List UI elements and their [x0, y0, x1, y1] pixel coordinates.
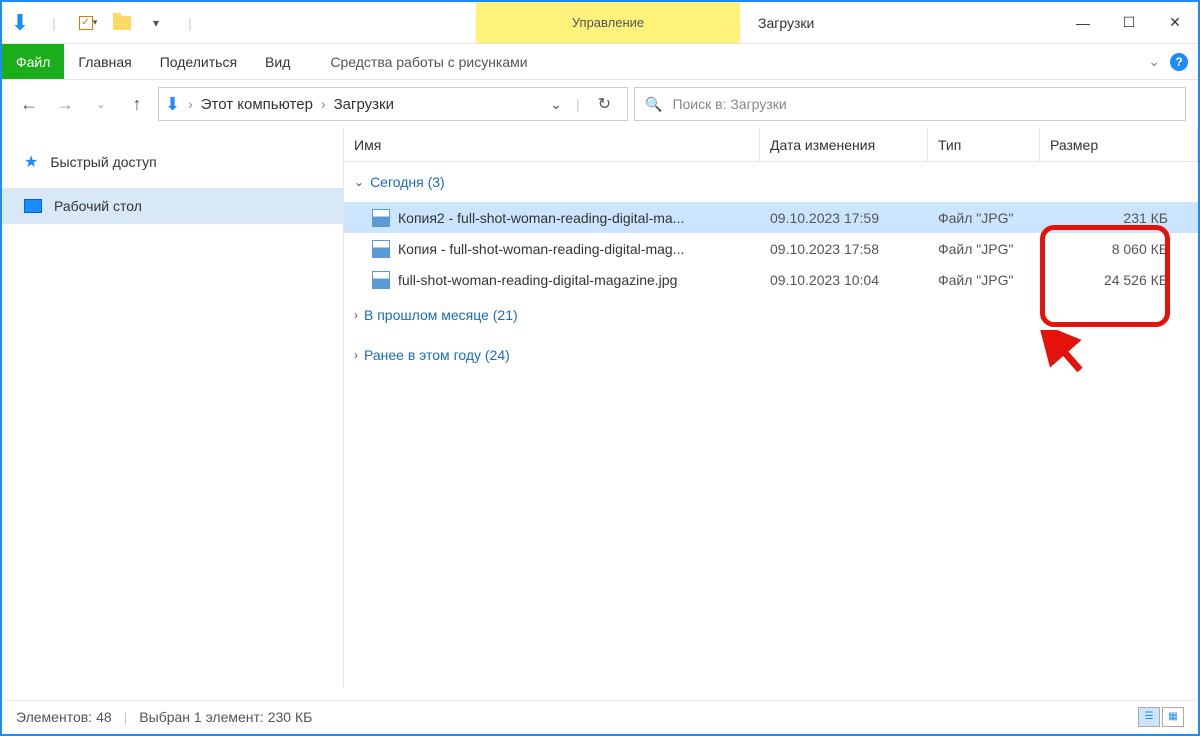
close-button[interactable]: ✕ — [1152, 8, 1198, 38]
recent-dropdown-icon[interactable]: ⌄ — [86, 89, 116, 119]
details-view-button[interactable]: ☰ — [1138, 707, 1160, 727]
thumbnail-view-button[interactable]: ▦ — [1162, 707, 1184, 727]
search-input[interactable]: 🔍 Поиск в: Загрузки — [634, 87, 1186, 121]
file-name-cell: Копия - full-shot-woman-reading-digital-… — [344, 240, 760, 258]
file-date-cell: 09.10.2023 10:04 — [760, 272, 928, 288]
jpg-file-icon — [372, 271, 390, 289]
share-tab[interactable]: Поделиться — [146, 44, 251, 79]
status-count-label: Элементов: — [16, 709, 92, 725]
file-size-cell: 24 526 КБ — [1040, 272, 1198, 288]
star-icon: ★ — [24, 152, 38, 172]
file-name: full-shot-woman-reading-digital-magazine… — [398, 272, 677, 288]
back-button[interactable]: ← — [14, 89, 44, 119]
file-size-cell: 8 060 КБ — [1040, 241, 1198, 257]
addr-separator: | — [576, 96, 580, 112]
group-label: Ранее в этом году (24) — [364, 347, 510, 363]
file-row[interactable]: full-shot-woman-reading-digital-magazine… — [344, 264, 1198, 295]
column-date[interactable]: Дата изменения — [760, 128, 928, 161]
navigation-bar: ← → ⌄ ↑ ⬇ › Этот компьютер › Загрузки ⌄ … — [2, 80, 1198, 128]
breadcrumb-root[interactable]: Этот компьютер — [201, 96, 313, 113]
column-size[interactable]: Размер — [1040, 128, 1198, 161]
window-controls: — ☐ ✕ — [1060, 2, 1198, 43]
file-type-cell: Файл "JPG" — [928, 241, 1040, 257]
chevron-right-icon[interactable]: › — [188, 96, 193, 112]
breadcrumb-folder[interactable]: Загрузки — [334, 96, 394, 113]
properties-icon[interactable]: ✓▾ — [74, 9, 102, 37]
status-separator: | — [124, 709, 128, 725]
picture-tools-tab[interactable]: Средства работы с рисунками — [316, 44, 541, 79]
qat-customize-icon[interactable]: ▾ — [142, 9, 170, 37]
file-name: Копия - full-shot-woman-reading-digital-… — [398, 241, 684, 257]
quick-access-toolbar: ⬇ | ✓▾ ▾ | — [2, 2, 208, 43]
qat-separator: | — [40, 9, 68, 37]
chevron-right-icon: › — [354, 308, 358, 322]
column-name[interactable]: Имя — [344, 128, 760, 161]
search-placeholder: Поиск в: Загрузки — [672, 96, 786, 112]
home-tab[interactable]: Главная — [64, 44, 145, 79]
chevron-down-icon: ⌄ — [354, 175, 364, 189]
sidebar-item-quickaccess[interactable]: ★ Быстрый доступ — [2, 144, 343, 180]
sidebar-item-desktop[interactable]: Рабочий стол — [2, 188, 343, 224]
view-tab[interactable]: Вид — [251, 44, 304, 79]
jpg-file-icon — [372, 240, 390, 258]
search-icon: 🔍 — [645, 96, 662, 113]
address-bar[interactable]: ⬇ › Этот компьютер › Загрузки ⌄ | ↻ — [158, 87, 628, 121]
titlebar: ⬇ | ✓▾ ▾ | Управление Загрузки — ☐ ✕ — [2, 2, 1198, 44]
group-label: Сегодня (3) — [370, 174, 445, 190]
address-dropdown-icon[interactable]: ⌄ — [544, 96, 568, 113]
group-today[interactable]: ⌄ Сегодня (3) — [344, 162, 1198, 202]
file-date-cell: 09.10.2023 17:59 — [760, 210, 928, 226]
location-icon: ⬇ — [165, 94, 180, 115]
group-label: В прошлом месяце (21) — [364, 307, 518, 323]
group-lastmonth[interactable]: › В прошлом месяце (21) — [344, 295, 1198, 335]
status-bar: Элементов: 48 | Выбран 1 элемент: 230 КБ… — [4, 700, 1196, 732]
sidebar-item-label: Рабочий стол — [54, 198, 142, 214]
file-type-cell: Файл "JPG" — [928, 272, 1040, 288]
chevron-right-icon: › — [354, 348, 358, 362]
group-earlier[interactable]: › Ранее в этом году (24) — [344, 335, 1198, 375]
file-name-cell: Копия2 - full-shot-woman-reading-digital… — [344, 209, 760, 227]
file-row[interactable]: Копия - full-shot-woman-reading-digital-… — [344, 233, 1198, 264]
help-icon[interactable]: ? — [1170, 53, 1188, 71]
window-title: Загрузки — [740, 2, 832, 43]
qat-separator2: | — [176, 9, 204, 37]
chevron-right-icon[interactable]: › — [321, 96, 326, 112]
file-list-pane: Имя Дата изменения Тип Размер ⌄ Сегодня … — [344, 128, 1198, 688]
file-row[interactable]: Копия2 - full-shot-woman-reading-digital… — [344, 202, 1198, 233]
folder-icon[interactable] — [108, 9, 136, 37]
file-tab[interactable]: Файл — [2, 44, 64, 79]
ribbon-collapse-icon[interactable]: ⌄ — [1148, 53, 1160, 70]
column-type[interactable]: Тип — [928, 128, 1040, 161]
forward-button[interactable]: → — [50, 89, 80, 119]
desktop-icon — [24, 199, 42, 213]
column-headers: Имя Дата изменения Тип Размер — [344, 128, 1198, 162]
manage-contextual-tab[interactable]: Управление — [476, 2, 740, 43]
status-count: 48 — [96, 709, 112, 725]
file-size-cell: 231 КБ — [1040, 210, 1198, 226]
download-icon[interactable]: ⬇ — [6, 9, 34, 37]
ribbon-tabs: Файл Главная Поделиться Вид Средства раб… — [2, 44, 1198, 80]
sidebar-item-label: Быстрый доступ — [50, 154, 156, 170]
status-selected: Выбран 1 элемент: 230 КБ — [139, 709, 312, 725]
file-date-cell: 09.10.2023 17:58 — [760, 241, 928, 257]
jpg-file-icon — [372, 209, 390, 227]
up-button[interactable]: ↑ — [122, 89, 152, 119]
file-name: Копия2 - full-shot-woman-reading-digital… — [398, 210, 684, 226]
maximize-button[interactable]: ☐ — [1106, 8, 1152, 38]
navigation-pane: ★ Быстрый доступ Рабочий стол — [2, 128, 344, 688]
file-name-cell: full-shot-woman-reading-digital-magazine… — [344, 271, 760, 289]
file-type-cell: Файл "JPG" — [928, 210, 1040, 226]
minimize-button[interactable]: — — [1060, 8, 1106, 38]
refresh-button[interactable]: ↻ — [588, 94, 621, 114]
